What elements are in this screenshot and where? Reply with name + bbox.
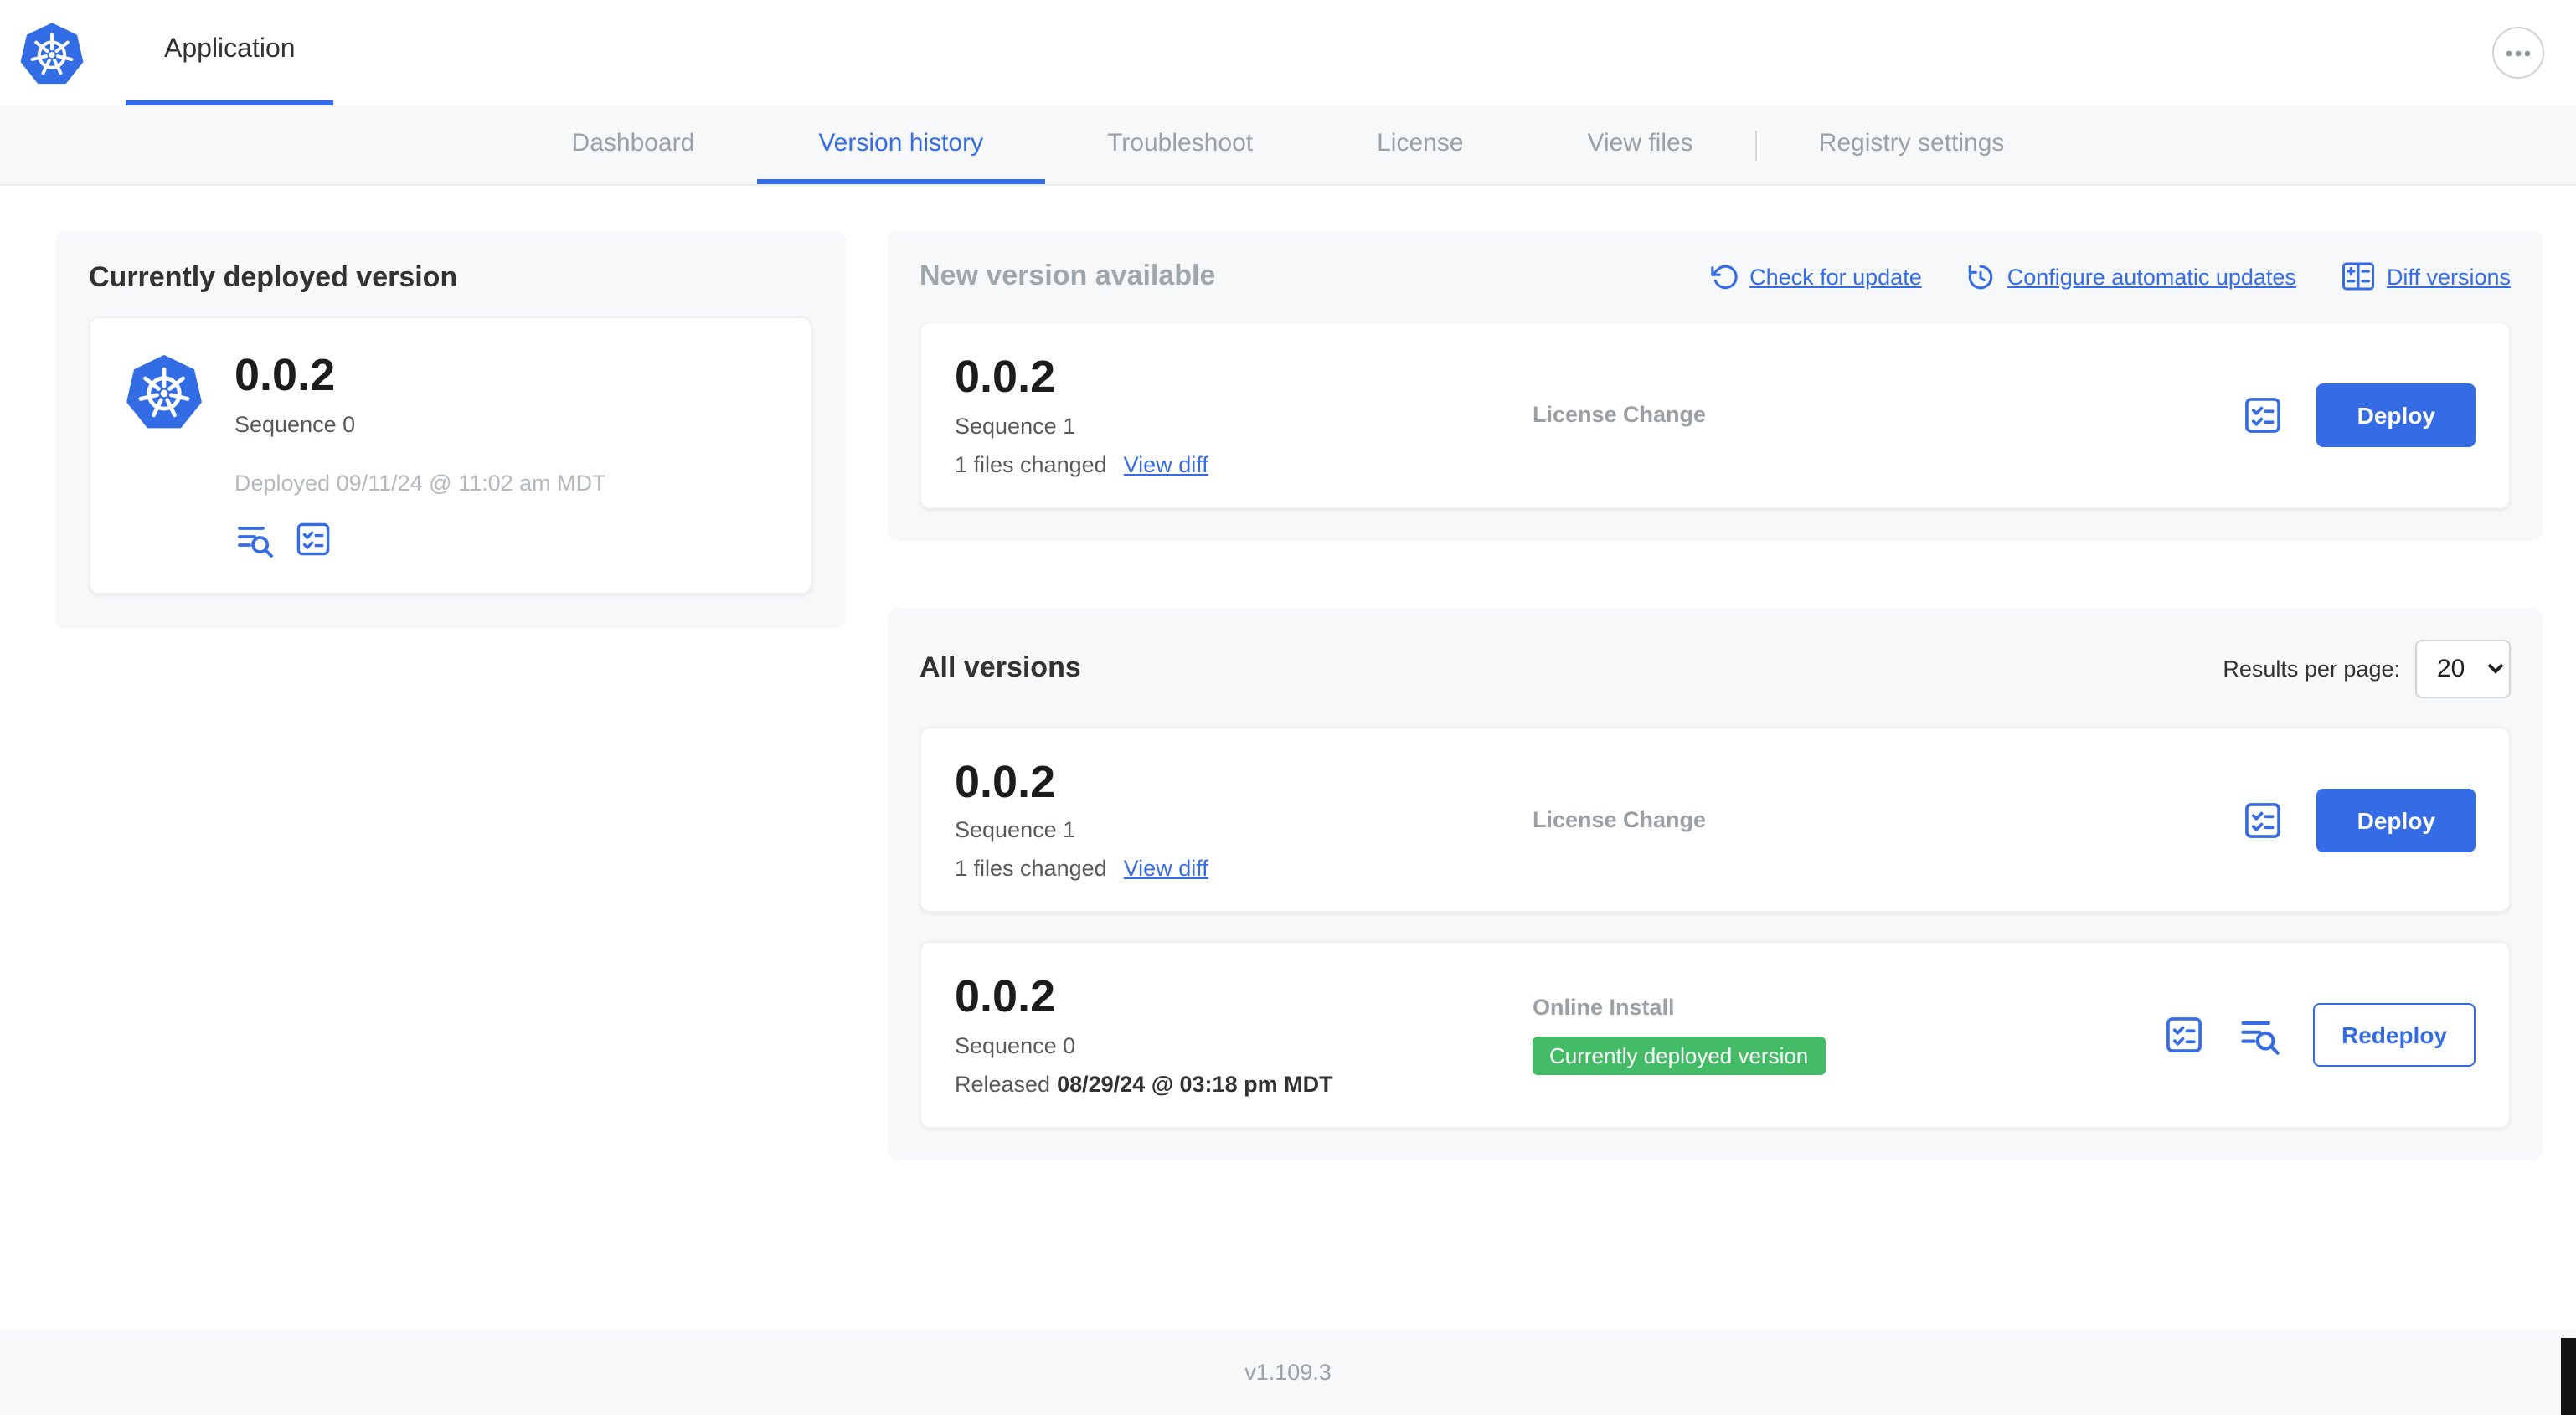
main-content: Currently deployed version 0.0.2 Sequenc… <box>0 186 2576 1330</box>
redeploy-button[interactable]: Redeploy <box>2312 1003 2476 1068</box>
new-version-panel: New version available Check for update C… <box>888 231 2543 541</box>
check-for-update-link[interactable]: Check for update <box>1709 262 1922 291</box>
config-checklist-icon[interactable] <box>2162 1013 2206 1057</box>
app-window: Application Dashboard Version history Tr… <box>0 0 2576 1415</box>
ellipsis-icon <box>2506 49 2531 56</box>
kubernetes-logo-icon <box>124 352 204 558</box>
overflow-menu-button[interactable] <box>2492 27 2544 79</box>
view-diff-link[interactable]: View diff <box>1124 857 1208 882</box>
files-changed-text: 1 files changed <box>955 451 1107 477</box>
results-per-page-select[interactable]: 20 <box>2415 639 2511 698</box>
tab-license[interactable]: License <box>1315 105 1525 184</box>
version-number: 0.0.2 <box>955 352 1056 402</box>
diff-versions-link[interactable]: Diff versions <box>2342 261 2511 291</box>
diff-icon <box>2342 261 2375 291</box>
config-checklist-icon[interactable] <box>293 518 333 558</box>
release-notes-icon[interactable] <box>2238 1013 2281 1057</box>
version-sequence: Sequence 0 <box>955 1033 1076 1059</box>
currently-deployed-panel: Currently deployed version 0.0.2 Sequenc… <box>55 231 846 628</box>
results-per-page-label: Results per page: <box>2223 656 2400 682</box>
refresh-ccw-icon <box>1709 262 1738 291</box>
version-row: 0.0.2 Sequence 1 1 files changed View di… <box>920 726 2511 913</box>
right-column: New version available Check for update C… <box>888 231 2543 1161</box>
deployed-version-number: 0.0.2 <box>234 350 336 400</box>
tab-version-history[interactable]: Version history <box>756 105 1046 184</box>
deployed-sequence: Sequence 0 <box>234 411 356 437</box>
deployed-timestamp: Deployed 09/11/24 @ 11:02 am MDT <box>234 470 606 496</box>
change-type-label: Online Install <box>1533 995 1675 1021</box>
release-notes-icon[interactable] <box>234 518 275 558</box>
tab-bar: Dashboard Version history Troubleshoot L… <box>0 105 2576 186</box>
new-version-title: New version available <box>920 260 1216 291</box>
version-number: 0.0.2 <box>955 971 1056 1022</box>
footer: v1.109.3 <box>0 1330 2576 1415</box>
top-header: Application <box>0 0 2576 105</box>
config-checklist-icon[interactable] <box>2242 394 2285 437</box>
view-diff-link[interactable]: View diff <box>1124 451 1208 476</box>
tab-dashboard[interactable]: Dashboard <box>510 105 757 184</box>
config-checklist-icon[interactable] <box>2242 798 2285 841</box>
all-versions-panel: All versions Results per page: 20 0.0.2 … <box>888 607 2543 1161</box>
tab-view-files[interactable]: View files <box>1526 105 1755 184</box>
files-changed-text: 1 files changed <box>955 856 1107 882</box>
released-prefix: Released <box>955 1072 1051 1098</box>
new-version-row: 0.0.2 Sequence 1 1 files changed View di… <box>920 322 2511 509</box>
tab-troubleshoot[interactable]: Troubleshoot <box>1045 105 1315 184</box>
version-sequence: Sequence 1 <box>955 817 1076 843</box>
configure-automatic-updates-link[interactable]: Configure automatic updates <box>1967 262 2296 291</box>
version-number: 0.0.2 <box>955 756 1056 807</box>
change-type-label: License Change <box>1533 807 1707 833</box>
change-type-label: License Change <box>1533 402 1707 428</box>
released-timestamp: 08/29/24 @ 03:18 pm MDT <box>1057 1072 1333 1098</box>
app-version-text: v1.109.3 <box>1244 1360 1332 1385</box>
currently-deployed-badge: Currently deployed version <box>1533 1037 1826 1076</box>
tab-registry-settings[interactable]: Registry settings <box>1757 105 2067 184</box>
clock-history-icon <box>1967 262 1996 291</box>
version-sequence: Sequence 1 <box>955 413 1076 439</box>
deploy-button[interactable]: Deploy <box>2316 788 2476 852</box>
deployed-version-card: 0.0.2 Sequence 0 Deployed 09/11/24 @ 11:… <box>89 316 812 594</box>
all-versions-title: All versions <box>920 651 1081 684</box>
deploy-button[interactable]: Deploy <box>2316 383 2476 447</box>
app-tab[interactable]: Application <box>126 0 334 105</box>
deployed-panel-title: Currently deployed version <box>89 261 458 293</box>
app-tab-label: Application <box>164 35 296 64</box>
kubernetes-logo-icon <box>18 0 85 105</box>
scrollbar-thumb[interactable] <box>2561 1338 2576 1415</box>
version-row: 0.0.2 Sequence 0 Released 08/29/24 @ 03:1… <box>920 941 2511 1129</box>
